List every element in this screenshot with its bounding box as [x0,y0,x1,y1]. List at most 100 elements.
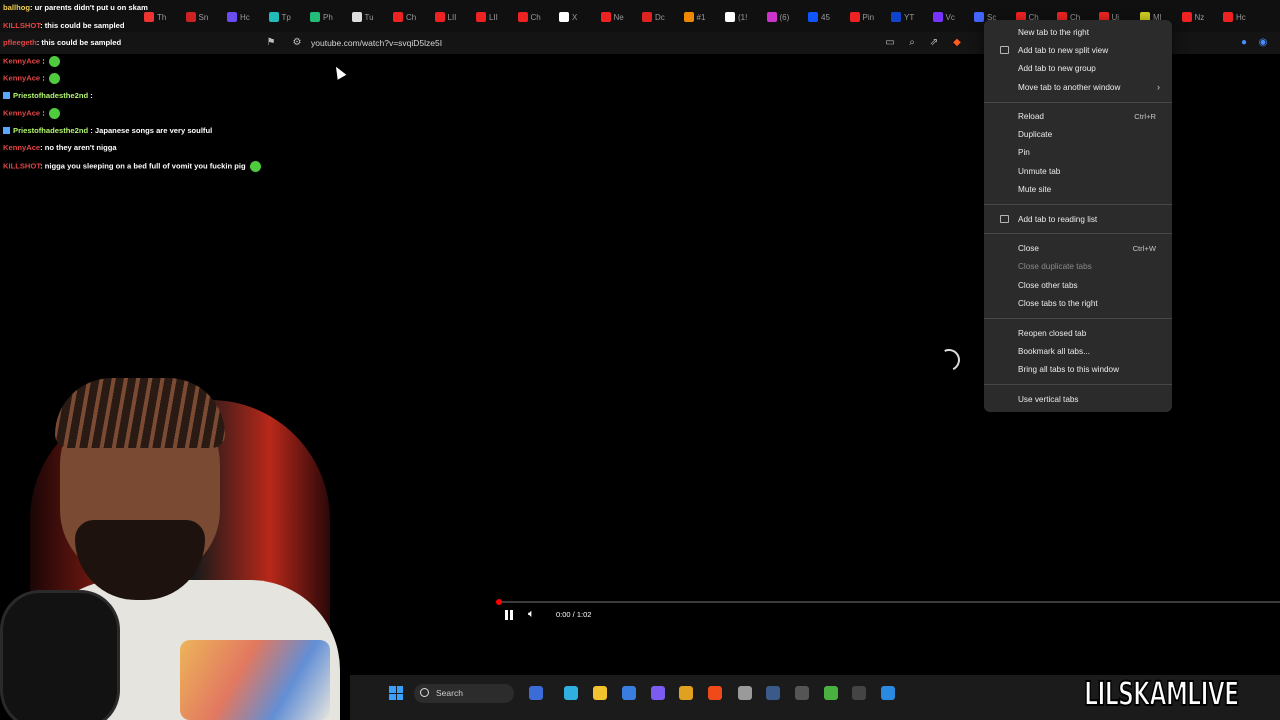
tab-favicon-icon [849,12,860,22]
tab-favicon-icon [559,12,569,22]
chat-overlay: ballhog: ur parents didn't put u on skam… [3,3,343,178]
tab-title: Dc [655,12,665,22]
shirt-graphic [180,640,330,720]
share-icon[interactable]: ⇗ [928,37,940,49]
chat-text: : this could be sampled [36,38,122,47]
menu-new-tab-right[interactable]: New tab to the right [1018,28,1089,37]
menu-reload[interactable]: Reload [1018,112,1044,121]
discord-icon[interactable] [651,686,665,700]
browser-tab[interactable]: LII [476,9,518,25]
pause-icon [505,610,508,620]
tab-context-menu: New tab to the right Add tab to new spli… [984,20,1172,412]
tab-favicon-icon [393,12,403,22]
copilot-icon[interactable] [564,686,578,700]
menu-bring-all[interactable]: Bring all tabs to this window [1018,365,1119,374]
chat-text: : [40,56,45,65]
chat-username: pfleegeth [3,38,37,47]
tab-favicon-icon [1181,12,1192,22]
tab-favicon-icon [974,12,984,22]
brave-icon[interactable] [708,686,722,700]
widgets-icon[interactable] [529,686,543,700]
browser-tab[interactable]: Tu [351,9,394,25]
chat-username: Priestofhadesthe2nd [13,125,89,135]
browser-tab[interactable]: Vc [932,9,975,25]
menu-close[interactable]: Close [1018,244,1039,253]
tab-title: Nz [1194,12,1205,22]
cast-icon[interactable]: ▭ [884,37,896,49]
chat-message: KennyAce: no they aren't nigga [3,143,343,161]
tab-favicon-icon [808,12,818,22]
browser-tab[interactable]: #1 [683,9,726,25]
file-explorer-icon[interactable] [593,686,607,700]
app-icon[interactable] [679,686,693,700]
browser-tab[interactable]: Pin [849,9,892,25]
menu-pin[interactable]: Pin [1018,148,1030,157]
taskbar-search-label: Search [436,688,463,698]
brave-shield-icon[interactable]: ◆ [951,37,963,49]
browser-tab[interactable]: LII [434,9,477,25]
menu-bookmark-all[interactable]: Bookmark all tabs... [1018,347,1090,356]
steam-icon[interactable] [766,686,780,700]
taskbar-search[interactable] [414,684,514,703]
menu-reading-list[interactable]: Add tab to reading list [1018,215,1097,224]
user-badge-icon [3,92,10,99]
tab-title: Tu [364,12,374,22]
menu-unmute-tab[interactable]: Unmute tab [1018,167,1060,176]
menu-mute-site[interactable]: Mute site [1018,185,1051,194]
extension-icon[interactable]: ● [1238,37,1250,49]
chat-username: KennyAce [3,143,41,152]
windows-start-icon[interactable] [389,686,403,700]
browser-tab[interactable]: X [559,9,601,25]
volume-icon[interactable]: 🔈︎ [528,608,535,621]
streamer-hair [55,378,225,448]
browser-tab[interactable]: (6) [766,9,809,25]
chat-username: Priestofhadesthe2nd [13,90,89,100]
notepad-icon[interactable] [881,686,895,700]
scrubber-handle[interactable] [496,599,502,605]
browser-tab[interactable]: Nz [1181,9,1224,25]
browser-tab[interactable]: Ne [600,9,643,25]
chat-text: : nigga you sleeping on a bed full of vo… [40,161,246,170]
store-icon[interactable] [622,686,636,700]
browser-tab[interactable]: Ch [517,9,560,25]
tab-title: LII [489,12,498,22]
menu-close-right[interactable]: Close tabs to the right [1018,299,1098,308]
menu-vertical-tabs[interactable]: Use vertical tabs [1018,395,1079,404]
4k-icon[interactable] [852,686,866,700]
tab-title: Ch [406,12,417,22]
browser-tab[interactable]: Dc [642,9,684,25]
submenu-arrow-icon: › [1157,82,1160,92]
menu-reopen[interactable]: Reopen closed tab [1018,329,1086,338]
chat-username: KennyAce [3,56,41,65]
menu-move-window[interactable]: Move tab to another window [1018,83,1120,92]
app-icon[interactable] [795,686,809,700]
menu-divider [984,204,1172,205]
browser-tab[interactable]: (1! [725,9,767,25]
tab-favicon-icon [766,12,777,22]
menu-split-view[interactable]: Add tab to new split view [1018,46,1108,55]
browser-tab[interactable]: Hc [1223,9,1265,25]
zoom-icon[interactable]: ⌕ [906,37,918,49]
chat-message: Priestofhadesthe2nd : Japanese songs are… [3,126,343,144]
chat-text: : no they aren't nigga [40,143,117,152]
emote-icon [48,108,60,119]
browser-tab[interactable]: 45 [808,9,850,25]
webcam-feed [0,370,360,720]
chat-username: KILLSHOT [3,161,41,170]
tab-title: Ch [530,12,541,22]
obs-icon[interactable] [738,686,752,700]
browser-tab[interactable]: YT [891,9,933,25]
menu-duplicate[interactable]: Duplicate [1018,130,1052,139]
browser-tab[interactable]: Ch [393,9,435,25]
progress-bar[interactable] [496,599,1280,605]
tab-favicon-icon [600,12,611,22]
chat-text: : this could be sampled [40,20,125,30]
menu-close-other[interactable]: Close other tabs [1018,281,1078,290]
leo-icon[interactable]: ◉ [1257,37,1269,49]
menu-new-group[interactable]: Add tab to new group [1018,64,1096,73]
tab-title: Hc [1236,12,1246,22]
tab-title: (6) [779,12,790,22]
pause-button[interactable] [503,609,515,621]
time-display: 0:00 / 1:02 [556,610,592,619]
app-icon[interactable] [824,686,838,700]
